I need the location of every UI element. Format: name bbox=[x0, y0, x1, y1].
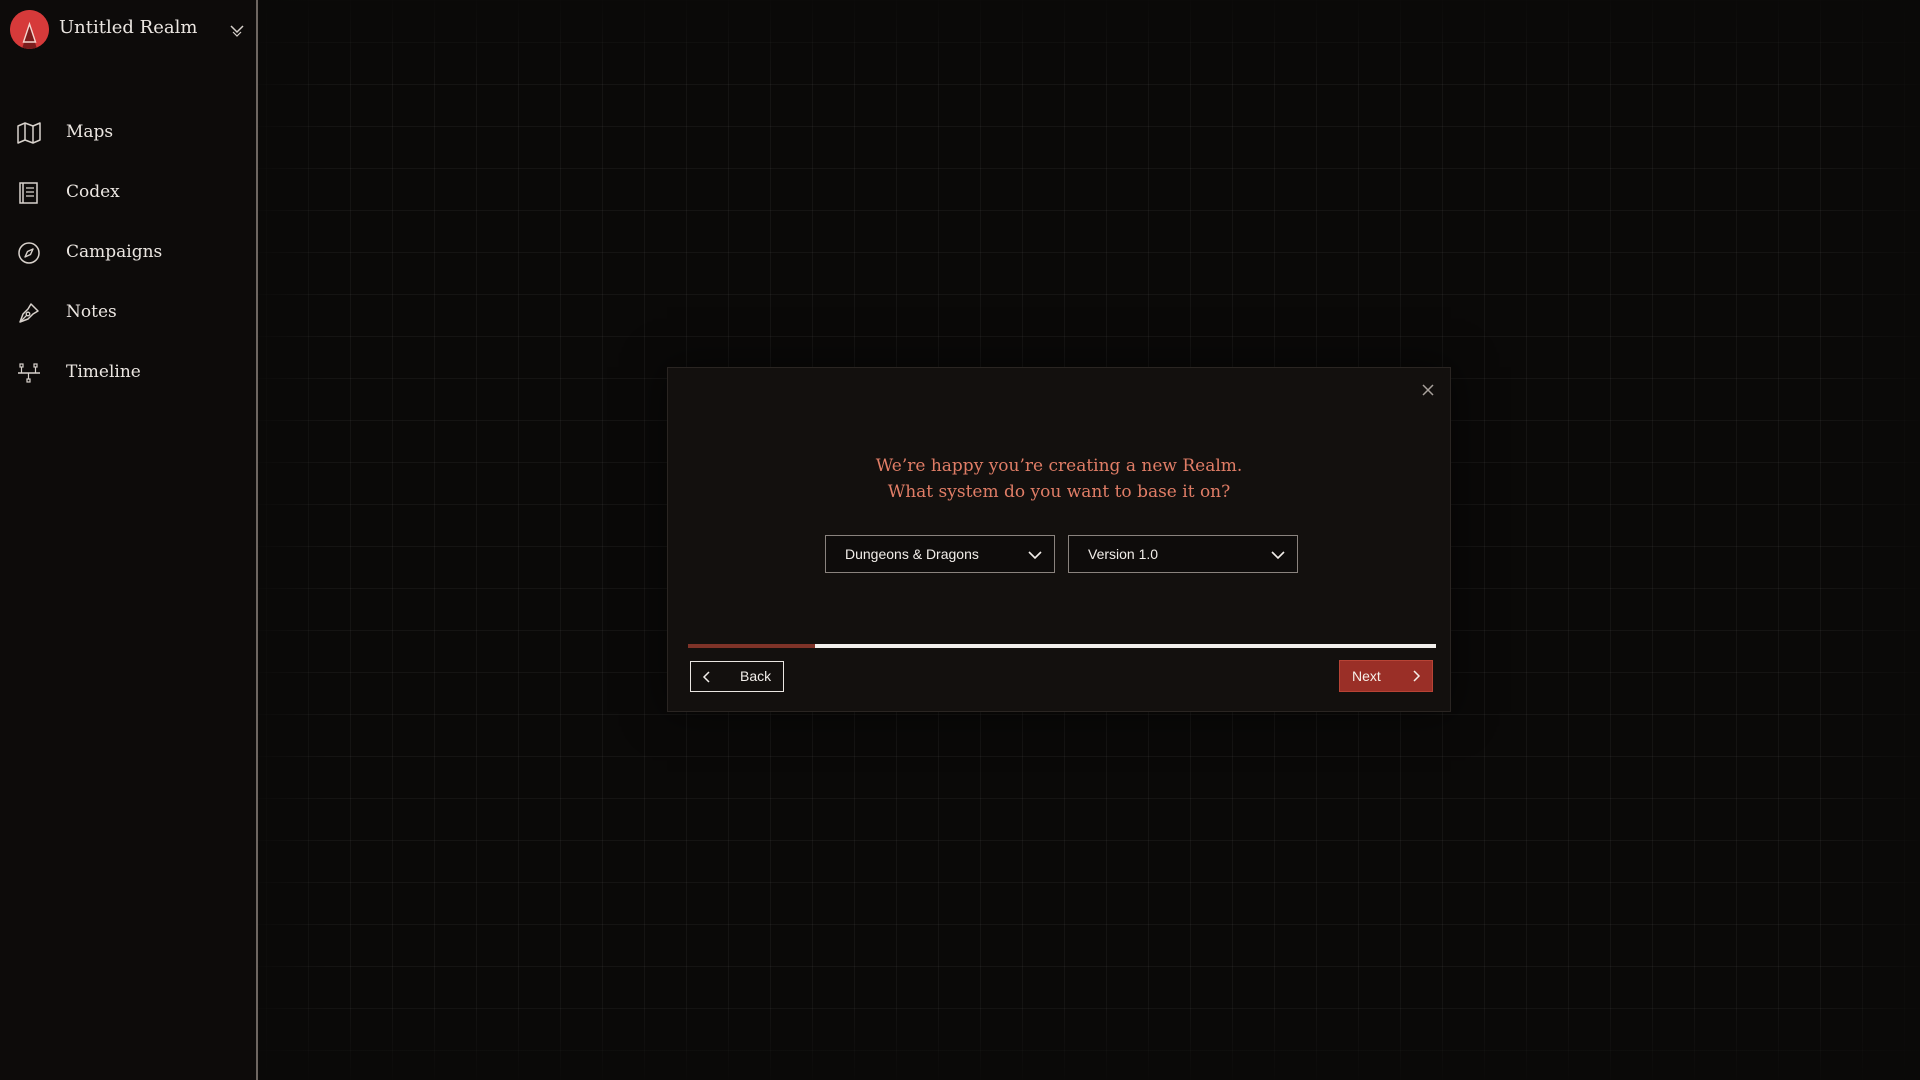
dialog-prompt: We’re happy you’re creating a new Realm.… bbox=[668, 453, 1450, 505]
sidebar-item-notes[interactable]: Notes bbox=[0, 288, 256, 348]
prompt-line-1: We’re happy you’re creating a new Realm. bbox=[875, 456, 1243, 476]
back-button[interactable]: Back bbox=[690, 661, 784, 692]
back-button-label: Back bbox=[740, 668, 772, 684]
timeline-icon bbox=[16, 360, 42, 386]
sidebar-item-codex[interactable]: Codex bbox=[0, 168, 256, 228]
chevron-right-icon bbox=[1408, 668, 1424, 684]
next-button-label: Next bbox=[1352, 668, 1381, 684]
app-root: Untitled Realm Maps Codex Campaigns Note… bbox=[0, 0, 1920, 1080]
prompt-line-2: What system do you want to base it on? bbox=[887, 482, 1231, 502]
wizard-progress-fill bbox=[688, 644, 816, 648]
wizard-progress-bar bbox=[688, 644, 1436, 648]
chevron-down-icon bbox=[228, 21, 246, 39]
sidebar-item-campaigns[interactable]: Campaigns bbox=[0, 228, 256, 288]
realm-switcher[interactable]: Untitled Realm bbox=[0, 0, 256, 60]
sidebar-item-label: Timeline bbox=[66, 362, 141, 382]
sidebar: Untitled Realm Maps Codex Campaigns Note… bbox=[0, 0, 258, 1080]
realm-name: Untitled Realm bbox=[59, 17, 198, 38]
chevron-down-icon bbox=[1026, 546, 1044, 564]
chevron-left-icon bbox=[699, 669, 715, 685]
sidebar-item-label: Notes bbox=[66, 302, 117, 322]
create-realm-dialog: We’re happy you’re creating a new Realm.… bbox=[667, 367, 1451, 712]
next-button[interactable]: Next bbox=[1339, 660, 1433, 692]
system-select-value: Dungeons & Dragons bbox=[845, 546, 979, 562]
version-select-value: Version 1.0 bbox=[1088, 546, 1159, 562]
close-icon[interactable] bbox=[1416, 378, 1440, 402]
sidebar-item-label: Maps bbox=[66, 122, 114, 142]
sidebar-item-label: Campaigns bbox=[66, 242, 163, 262]
book-icon bbox=[16, 180, 42, 206]
chevron-down-icon bbox=[1269, 546, 1287, 564]
version-select[interactable]: Version 1.0 bbox=[1068, 535, 1298, 573]
sidebar-nav: Maps Codex Campaigns Notes Timeline bbox=[0, 108, 256, 408]
sidebar-item-label: Codex bbox=[66, 182, 120, 202]
map-icon bbox=[16, 120, 42, 146]
sidebar-item-timeline[interactable]: Timeline bbox=[0, 348, 256, 408]
realm-logo-icon bbox=[10, 10, 49, 49]
system-select[interactable]: Dungeons & Dragons bbox=[825, 535, 1055, 573]
pen-nib-icon bbox=[16, 300, 42, 326]
sidebar-item-maps[interactable]: Maps bbox=[0, 108, 256, 168]
compass-icon bbox=[16, 240, 42, 266]
